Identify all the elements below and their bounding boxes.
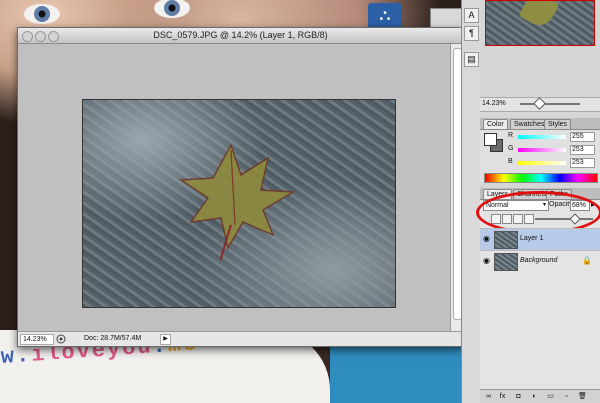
fx-icon[interactable]: fx [498,392,507,401]
layer-row-layer-1[interactable]: ◉ Layer 1 [480,228,600,250]
layers-panel-tabs: Layers Channels Paths [480,188,600,200]
photo-canvas[interactable] [82,99,396,308]
tab-styles[interactable]: Styles [544,119,572,129]
lock-transparent-icon[interactable] [491,214,501,224]
color-panel: Color Swatches Styles R 255 G 253 B 253 [480,118,600,183]
fill-slider[interactable] [535,218,593,220]
color-spectrum-bar[interactable] [484,173,598,183]
paragraph-icon[interactable]: ¶ [464,26,479,41]
layer-name: Background [520,257,558,264]
navigator-leaf [518,1,560,31]
document-title: DSC_0579.JPG @ 14.2% (Layer 1, RGB/8) [153,30,328,40]
triangle-right-icon[interactable]: ▶ [591,200,596,208]
lock-position-icon[interactable] [513,214,523,224]
color-row-b: B 253 [508,158,598,168]
layer-name: Layer 1 [520,235,544,242]
character-icon[interactable]: A [464,8,479,23]
tab-swatches[interactable]: Swatches [510,119,549,129]
lock-image-icon[interactable] [502,214,512,224]
color-row-g: G 253 [508,145,598,155]
layer-thumbnail [494,231,518,249]
leaf-image [178,143,296,260]
trash-icon[interactable]: 🗑 [578,392,587,401]
g-value-field[interactable]: 253 [570,145,595,155]
status-info-icon[interactable] [56,334,66,344]
lock-all-icon[interactable] [524,214,534,224]
zoom-field[interactable]: 14.23% [20,334,54,345]
blend-mode-value: Normal [486,202,509,209]
r-slider[interactable] [518,135,566,139]
right-panels: 14.23% Color Swatches Styles R 255 G 253… [476,0,600,403]
tab-channels[interactable]: Channels [513,189,551,199]
photo-eye-left [24,4,60,24]
chevron-down-icon: ▾ [542,202,546,208]
link-icon[interactable]: ∞ [484,392,493,401]
r-value-field[interactable]: 255 [570,132,595,142]
b-slider[interactable] [518,161,566,165]
status-bar: 14.23% Doc: 28.7M/57.4M ▶ [18,331,463,346]
panel-dock-strip: A ¶ ▤ [461,0,481,403]
navigator-preview[interactable] [485,0,595,46]
document-titlebar[interactable]: DSC_0579.JPG @ 14.2% (Layer 1, RGB/8) [18,28,463,44]
photo-shirt [330,340,480,403]
opacity-field[interactable]: 68% [570,200,590,211]
fill-knob[interactable] [569,213,581,225]
navigator-zoom[interactable]: 14.23% [482,100,506,107]
color-row-label: R [508,132,514,139]
tab-layers[interactable]: Layers [483,189,513,199]
layer-row-background[interactable]: ◉ Background 🔒 [480,250,600,272]
b-value-field[interactable]: 253 [570,158,595,168]
color-panel-tabs: Color Swatches Styles [480,118,600,130]
folder-icon[interactable]: ▭ [546,392,555,401]
lock-icon: 🔒 [582,256,592,265]
eye-icon[interactable]: ◉ [483,235,491,243]
tab-paths[interactable]: Paths [546,189,572,199]
app-icon[interactable]: ⛬ [368,3,402,29]
new-layer-icon[interactable]: ▫ [562,392,571,401]
color-row-r: R 255 [508,132,598,142]
triangle-right-icon[interactable]: ▶ [160,334,171,345]
navigator-zoom-slider[interactable] [520,103,580,105]
color-row-label: G [508,145,514,152]
color-row-label: B [508,158,513,165]
navigator-footer: 14.23% [480,97,600,112]
panel-icon[interactable]: ▤ [464,52,479,67]
document-size: Doc: 28.7M/57.4M [84,335,142,342]
photo-eye-right [154,0,190,18]
lock-row [483,213,597,225]
navigator-zoom-knob[interactable] [533,97,546,110]
layers-panel: Layers Channels Paths Normal ▾ Opacity: … [476,188,600,403]
foreground-color-swatch[interactable] [484,133,497,146]
g-slider[interactable] [518,148,566,152]
layer-thumbnail [494,253,518,271]
canvas-area[interactable] [18,44,450,331]
mask-icon[interactable]: ◘ [514,392,523,401]
layers-footer: ∞ fx ◘ ◐ ▭ ▫ 🗑 [480,389,600,403]
document-window[interactable]: DSC_0579.JPG @ 14.2% (Layer 1, RGB/8) 14… [17,27,464,347]
eye-icon[interactable]: ◉ [483,257,491,265]
blend-mode-select[interactable]: Normal ▾ [483,200,549,211]
tab-color[interactable]: Color [483,119,508,129]
adjustment-icon[interactable]: ◐ [530,392,539,401]
